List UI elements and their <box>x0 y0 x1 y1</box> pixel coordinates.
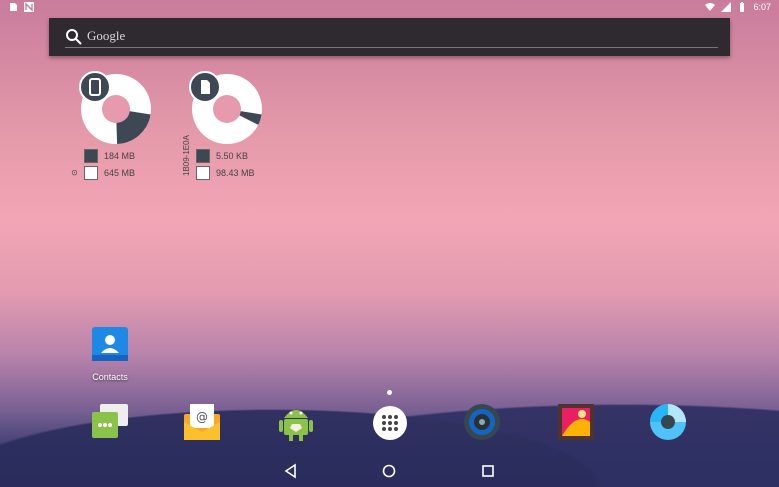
legend-used: 5.50 KB <box>196 149 248 163</box>
legend-used: 184 MB <box>84 149 135 163</box>
contacts-label: Contacts <box>92 372 128 382</box>
legend-free: 98.43 MB <box>196 166 255 180</box>
status-bar: 6:07 <box>0 0 779 14</box>
sd-card-icon <box>10 3 17 11</box>
home-icon[interactable] <box>381 463 397 479</box>
status-time: 6:07 <box>753 2 771 12</box>
contacts-icon <box>92 327 128 361</box>
wifi-icon <box>705 3 716 11</box>
legend-swatch-free <box>196 166 210 180</box>
storage-widget-internal[interactable]: ⊙ 184 MB 645 MB <box>70 70 160 180</box>
speaker-icon[interactable] <box>462 402 502 442</box>
legend-swatch-used <box>196 149 210 163</box>
camera-icon[interactable] <box>648 402 688 442</box>
page-indicator <box>387 390 392 395</box>
storage-widget-sd[interactable]: 1B09-1E0A 5.50 KB 98.43 MB <box>180 70 275 180</box>
email-icon[interactable]: @ <box>182 402 222 442</box>
legend-swatch-free <box>84 166 98 180</box>
legend-free-label: 98.43 MB <box>216 168 255 178</box>
svg-text:@: @ <box>196 410 208 424</box>
battery-icon <box>740 2 745 12</box>
widget-side-label: 1B09-1E0A <box>182 135 191 176</box>
legend-free: 645 MB <box>84 166 135 180</box>
app-drawer-icon[interactable] <box>370 403 410 443</box>
legend-used-label: 5.50 KB <box>216 151 249 161</box>
android-icon[interactable] <box>276 402 316 442</box>
legend-free-label: 645 MB <box>104 168 136 178</box>
search-icon <box>66 29 82 45</box>
sd-card-icon <box>201 80 210 94</box>
gallery-icon[interactable] <box>556 402 596 442</box>
badge-sd <box>189 71 221 103</box>
widget-side-label: ⊙ <box>70 169 79 176</box>
signal-icon <box>721 2 732 12</box>
legend-swatch-used <box>84 149 98 163</box>
navigation-bar <box>0 455 779 487</box>
messaging-icon[interactable] <box>90 402 130 442</box>
search-label: Google <box>87 28 126 43</box>
legend-used-label: 184 MB <box>104 151 136 161</box>
back-icon[interactable] <box>283 463 299 479</box>
badge-phone <box>79 71 111 103</box>
recents-icon[interactable] <box>480 463 496 479</box>
phone-icon <box>89 78 101 96</box>
google-search-bar[interactable]: Google <box>49 18 730 56</box>
search-underline <box>65 47 718 48</box>
notification-n-icon <box>24 2 34 12</box>
